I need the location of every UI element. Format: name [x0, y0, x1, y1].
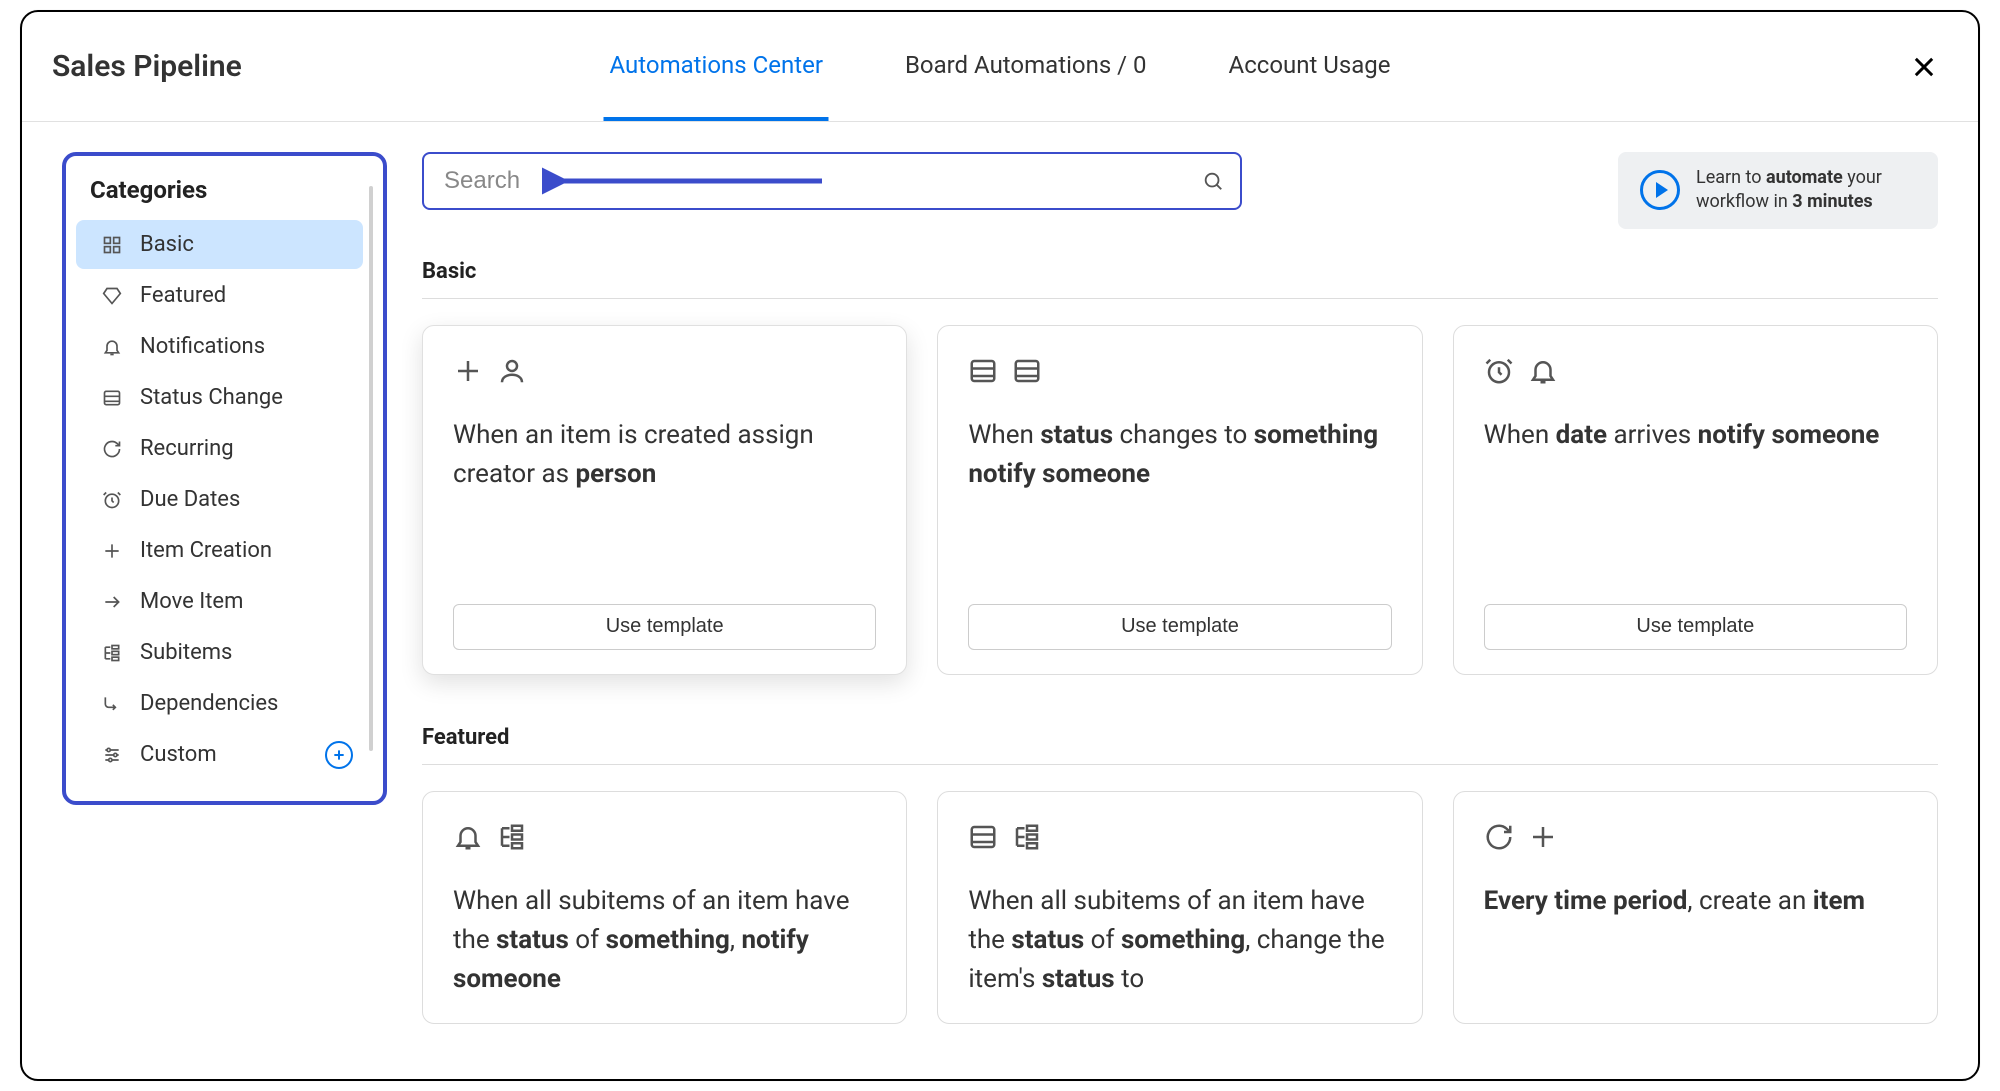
search-container	[422, 152, 1242, 210]
card-icons	[968, 822, 1391, 852]
clock-icon	[100, 488, 124, 512]
category-featured[interactable]: Featured	[76, 271, 363, 320]
page-title: Sales Pipeline	[52, 49, 242, 84]
diamond-icon	[100, 284, 124, 308]
main-content: Learn to automate your workflow in 3 min…	[402, 122, 1978, 1079]
card-icons	[453, 356, 876, 386]
tree-icon	[1012, 822, 1042, 852]
arrow-right-icon	[100, 590, 124, 614]
list-icon	[1012, 356, 1042, 386]
header: Sales Pipeline Automations Center Board …	[22, 12, 1978, 122]
card-text: When date arrives notify someone	[1484, 416, 1907, 604]
category-label: Due Dates	[140, 487, 240, 512]
category-due-dates[interactable]: Due Dates	[76, 475, 363, 524]
flow-icon	[100, 692, 124, 716]
card-icons	[1484, 356, 1907, 386]
template-card[interactable]: When all subitems of an item have the st…	[422, 791, 907, 1024]
card-text: When status changes to something notify …	[968, 416, 1391, 604]
list-icon	[968, 356, 998, 386]
section-title-basic: Basic	[422, 259, 1938, 299]
section-title-featured: Featured	[422, 725, 1938, 765]
plus-icon	[331, 747, 347, 763]
category-recurring[interactable]: Recurring	[76, 424, 363, 473]
sidebar-scrollbar[interactable]	[369, 186, 373, 751]
category-dependencies[interactable]: Dependencies	[76, 679, 363, 728]
template-card[interactable]: When an item is created assign creator a…	[422, 325, 907, 675]
card-text: When all subitems of an item have the st…	[453, 882, 876, 999]
grid-icon	[100, 233, 124, 257]
card-text: When an item is created assign creator a…	[453, 416, 876, 604]
category-item-creation[interactable]: Item Creation	[76, 526, 363, 575]
category-basic[interactable]: Basic	[76, 220, 363, 269]
sidebar-container: Categories Basic Featured Notifications …	[22, 122, 402, 1079]
tree-icon	[100, 641, 124, 665]
use-template-button[interactable]: Use template	[968, 604, 1391, 650]
tabs: Automations Center Board Automations / 0…	[604, 12, 1397, 121]
tab-automations-center[interactable]: Automations Center	[604, 12, 829, 121]
category-status-change[interactable]: Status Change	[76, 373, 363, 422]
use-template-button[interactable]: Use template	[453, 604, 876, 650]
template-card[interactable]: When status changes to something notify …	[937, 325, 1422, 675]
categories-sidebar: Categories Basic Featured Notifications …	[62, 152, 387, 805]
topbar: Learn to automate your workflow in 3 min…	[422, 152, 1938, 229]
refresh-icon	[1484, 822, 1514, 852]
category-label: Dependencies	[140, 691, 278, 716]
category-label: Move Item	[140, 589, 243, 614]
category-label: Recurring	[140, 436, 234, 461]
bell-icon	[453, 822, 483, 852]
search-input[interactable]	[422, 152, 1242, 210]
play-icon	[1640, 170, 1680, 210]
plus-icon	[100, 539, 124, 563]
learn-card[interactable]: Learn to automate your workflow in 3 min…	[1618, 152, 1938, 229]
template-card[interactable]: Every time period, create an item	[1453, 791, 1938, 1024]
person-icon	[497, 356, 527, 386]
card-text: When all subitems of an item have the st…	[968, 882, 1391, 999]
tab-account-usage[interactable]: Account Usage	[1223, 12, 1397, 121]
bell-icon	[100, 335, 124, 359]
sliders-icon	[100, 743, 124, 767]
clock-icon	[1484, 356, 1514, 386]
template-card[interactable]: When all subitems of an item have the st…	[937, 791, 1422, 1024]
add-custom-button[interactable]	[325, 741, 353, 769]
card-icons	[1484, 822, 1907, 852]
list-icon	[100, 386, 124, 410]
close-icon	[1910, 53, 1938, 81]
category-custom[interactable]: Custom	[76, 730, 363, 779]
card-icons	[968, 356, 1391, 386]
learn-text: Learn to automate your workflow in 3 min…	[1696, 166, 1916, 215]
category-label: Status Change	[140, 385, 283, 410]
close-button[interactable]	[1910, 53, 1938, 81]
plus-icon	[453, 356, 483, 386]
tree-icon	[497, 822, 527, 852]
tab-board-automations[interactable]: Board Automations / 0	[899, 12, 1153, 121]
card-text: Every time period, create an item	[1484, 882, 1907, 999]
category-label: Notifications	[140, 334, 265, 359]
category-label: Subitems	[140, 640, 232, 665]
category-label: Featured	[140, 283, 226, 308]
automations-window: Sales Pipeline Automations Center Board …	[20, 10, 1980, 1081]
plus-icon	[1528, 822, 1558, 852]
refresh-icon	[100, 437, 124, 461]
basic-cards: When an item is created assign creator a…	[422, 325, 1938, 675]
body: Categories Basic Featured Notifications …	[22, 122, 1978, 1079]
category-move-item[interactable]: Move Item	[76, 577, 363, 626]
featured-cards: When all subitems of an item have the st…	[422, 791, 1938, 1024]
category-subitems[interactable]: Subitems	[76, 628, 363, 677]
bell-icon	[1528, 356, 1558, 386]
category-label: Item Creation	[140, 538, 272, 563]
template-card[interactable]: When date arrives notify someone Use tem…	[1453, 325, 1938, 675]
category-label: Custom	[140, 742, 217, 767]
sidebar-title: Categories	[66, 176, 383, 218]
category-notifications[interactable]: Notifications	[76, 322, 363, 371]
use-template-button[interactable]: Use template	[1484, 604, 1907, 650]
list-icon	[968, 822, 998, 852]
search-icon	[1202, 170, 1224, 192]
category-label: Basic	[140, 232, 194, 257]
card-icons	[453, 822, 876, 852]
